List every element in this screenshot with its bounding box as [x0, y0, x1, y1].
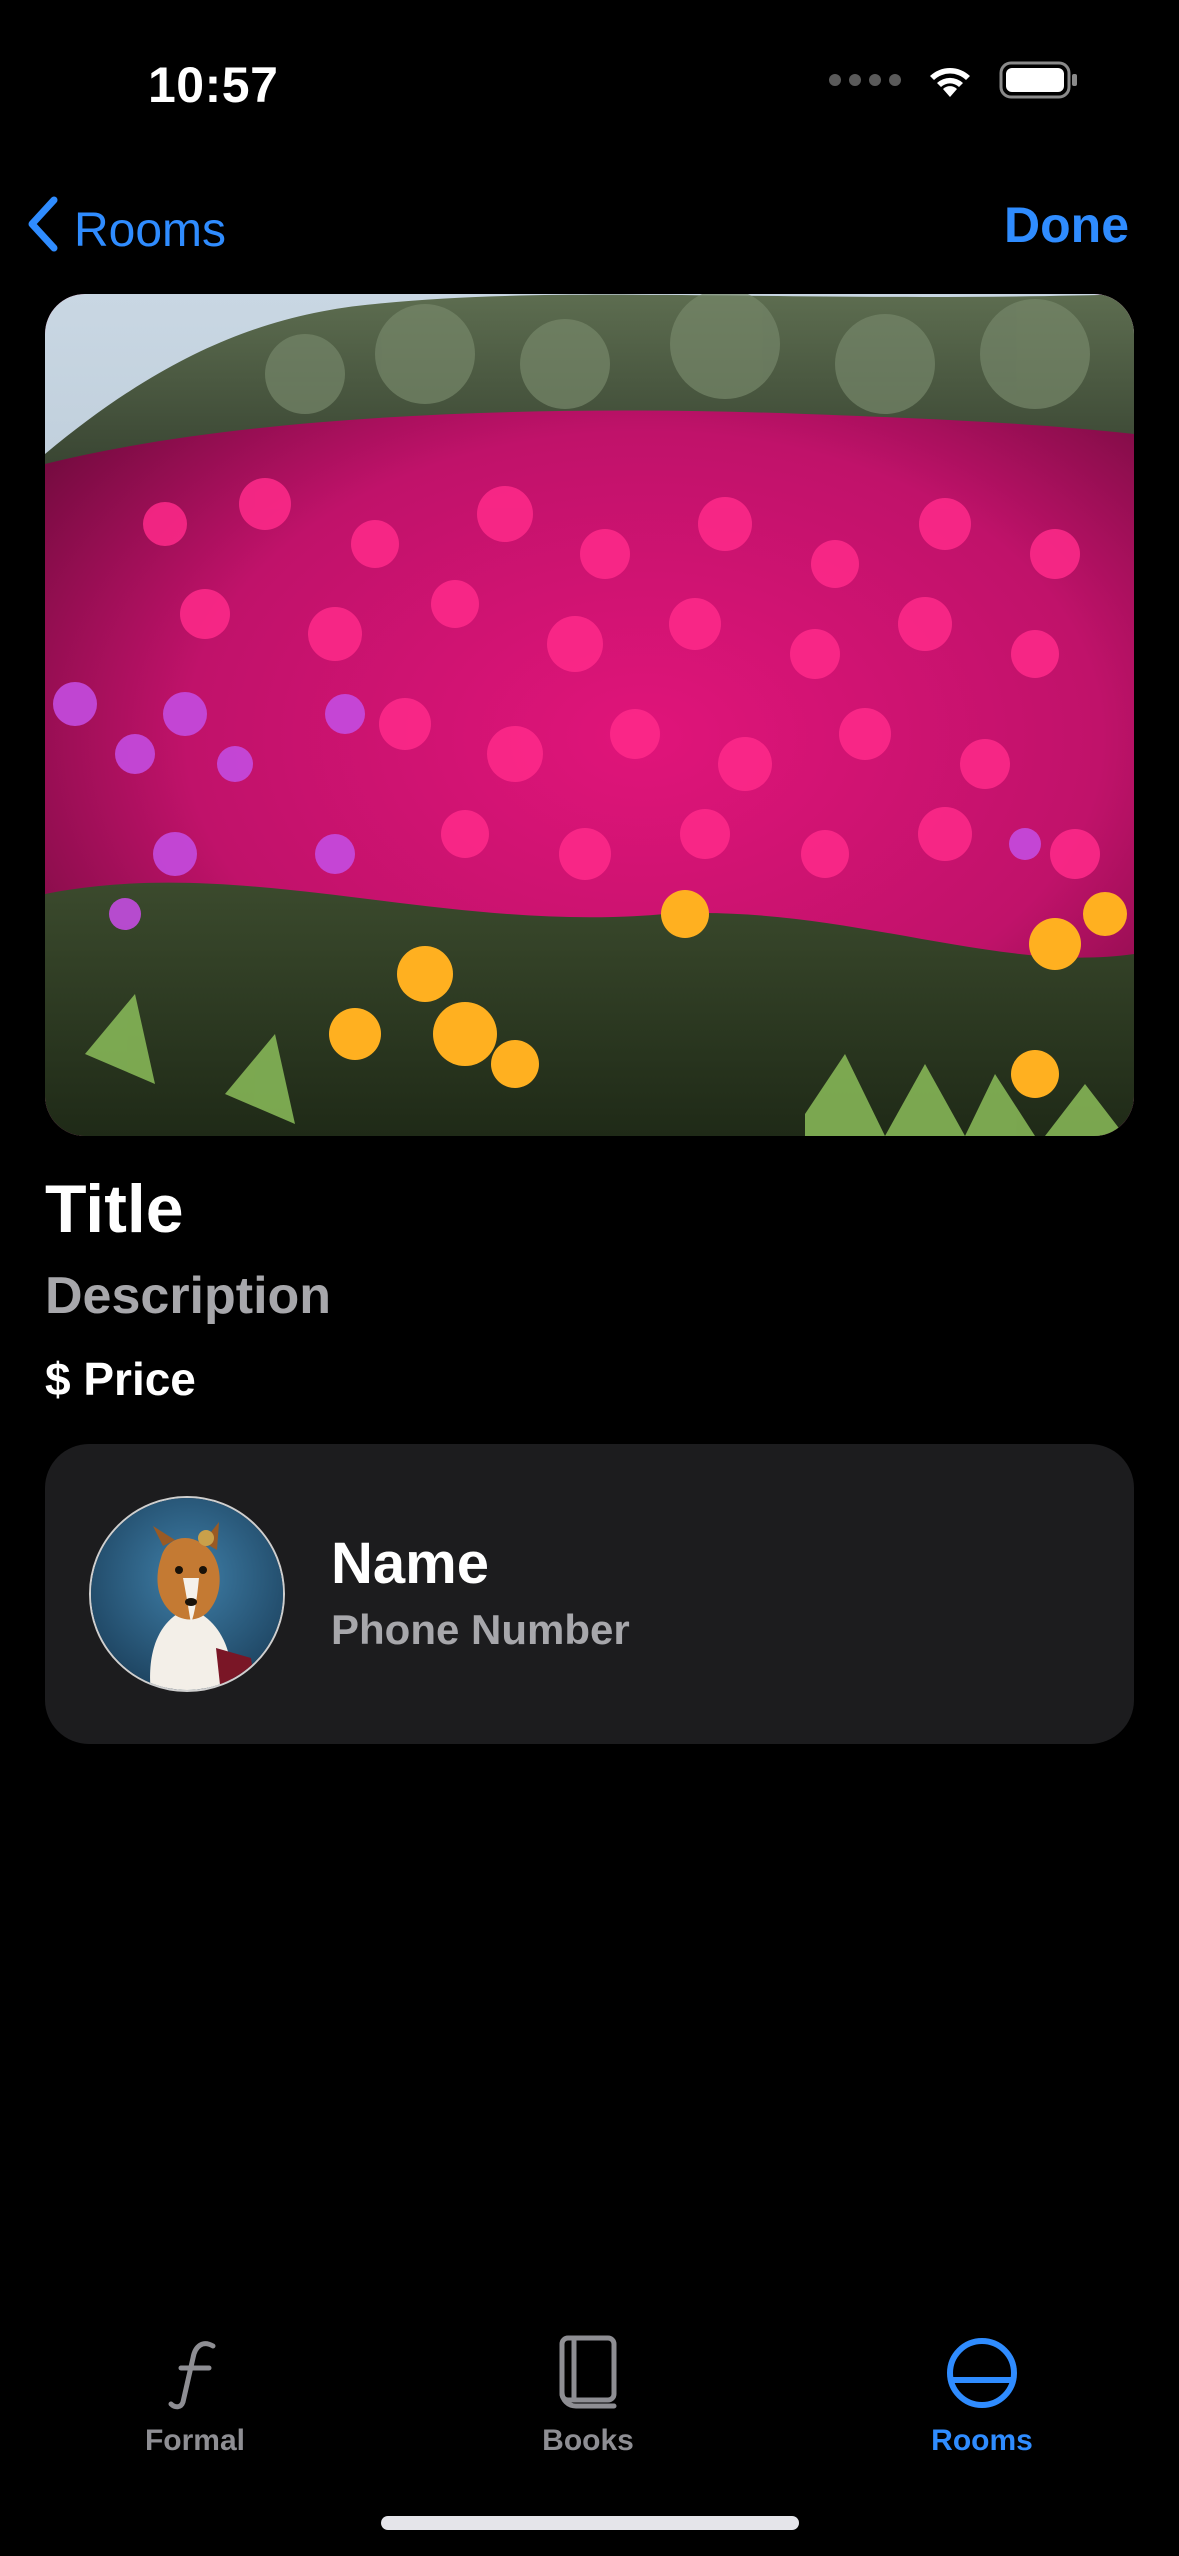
back-button-label: Rooms — [74, 203, 227, 257]
hero-photo — [45, 294, 1134, 1136]
done-button[interactable]: Done — [1004, 196, 1129, 254]
back-button[interactable]: Rooms — [26, 196, 226, 264]
function-f-icon — [75, 2320, 315, 2410]
chevron-left-icon — [26, 196, 60, 264]
tab-books-label: Books — [542, 2424, 634, 2457]
status-icons — [829, 60, 1079, 100]
contact-name: Name — [331, 1531, 489, 1596]
tab-books[interactable]: Books — [468, 2320, 708, 2458]
item-price: $ Price — [45, 1353, 196, 1405]
battery-icon — [999, 60, 1079, 100]
circle-room-icon — [862, 2320, 1102, 2410]
tab-rooms[interactable]: Rooms — [862, 2320, 1102, 2458]
signal-dots-icon — [829, 74, 901, 86]
home-indicator[interactable] — [381, 2516, 799, 2530]
item-title: Title — [45, 1171, 184, 1247]
tab-rooms-label: Rooms — [931, 2424, 1033, 2457]
tab-formal-label: Formal — [144, 2424, 246, 2457]
tab-formal[interactable]: Formal — [75, 2320, 315, 2458]
avatar — [89, 1496, 285, 1692]
contact-card[interactable]: Name Phone Number — [45, 1444, 1134, 1744]
contact-phone: Phone Number — [331, 1606, 630, 1653]
book-icon — [468, 2320, 708, 2410]
wifi-icon — [925, 61, 975, 99]
item-description: Description — [45, 1267, 332, 1325]
status-time: 10:57 — [148, 57, 279, 113]
